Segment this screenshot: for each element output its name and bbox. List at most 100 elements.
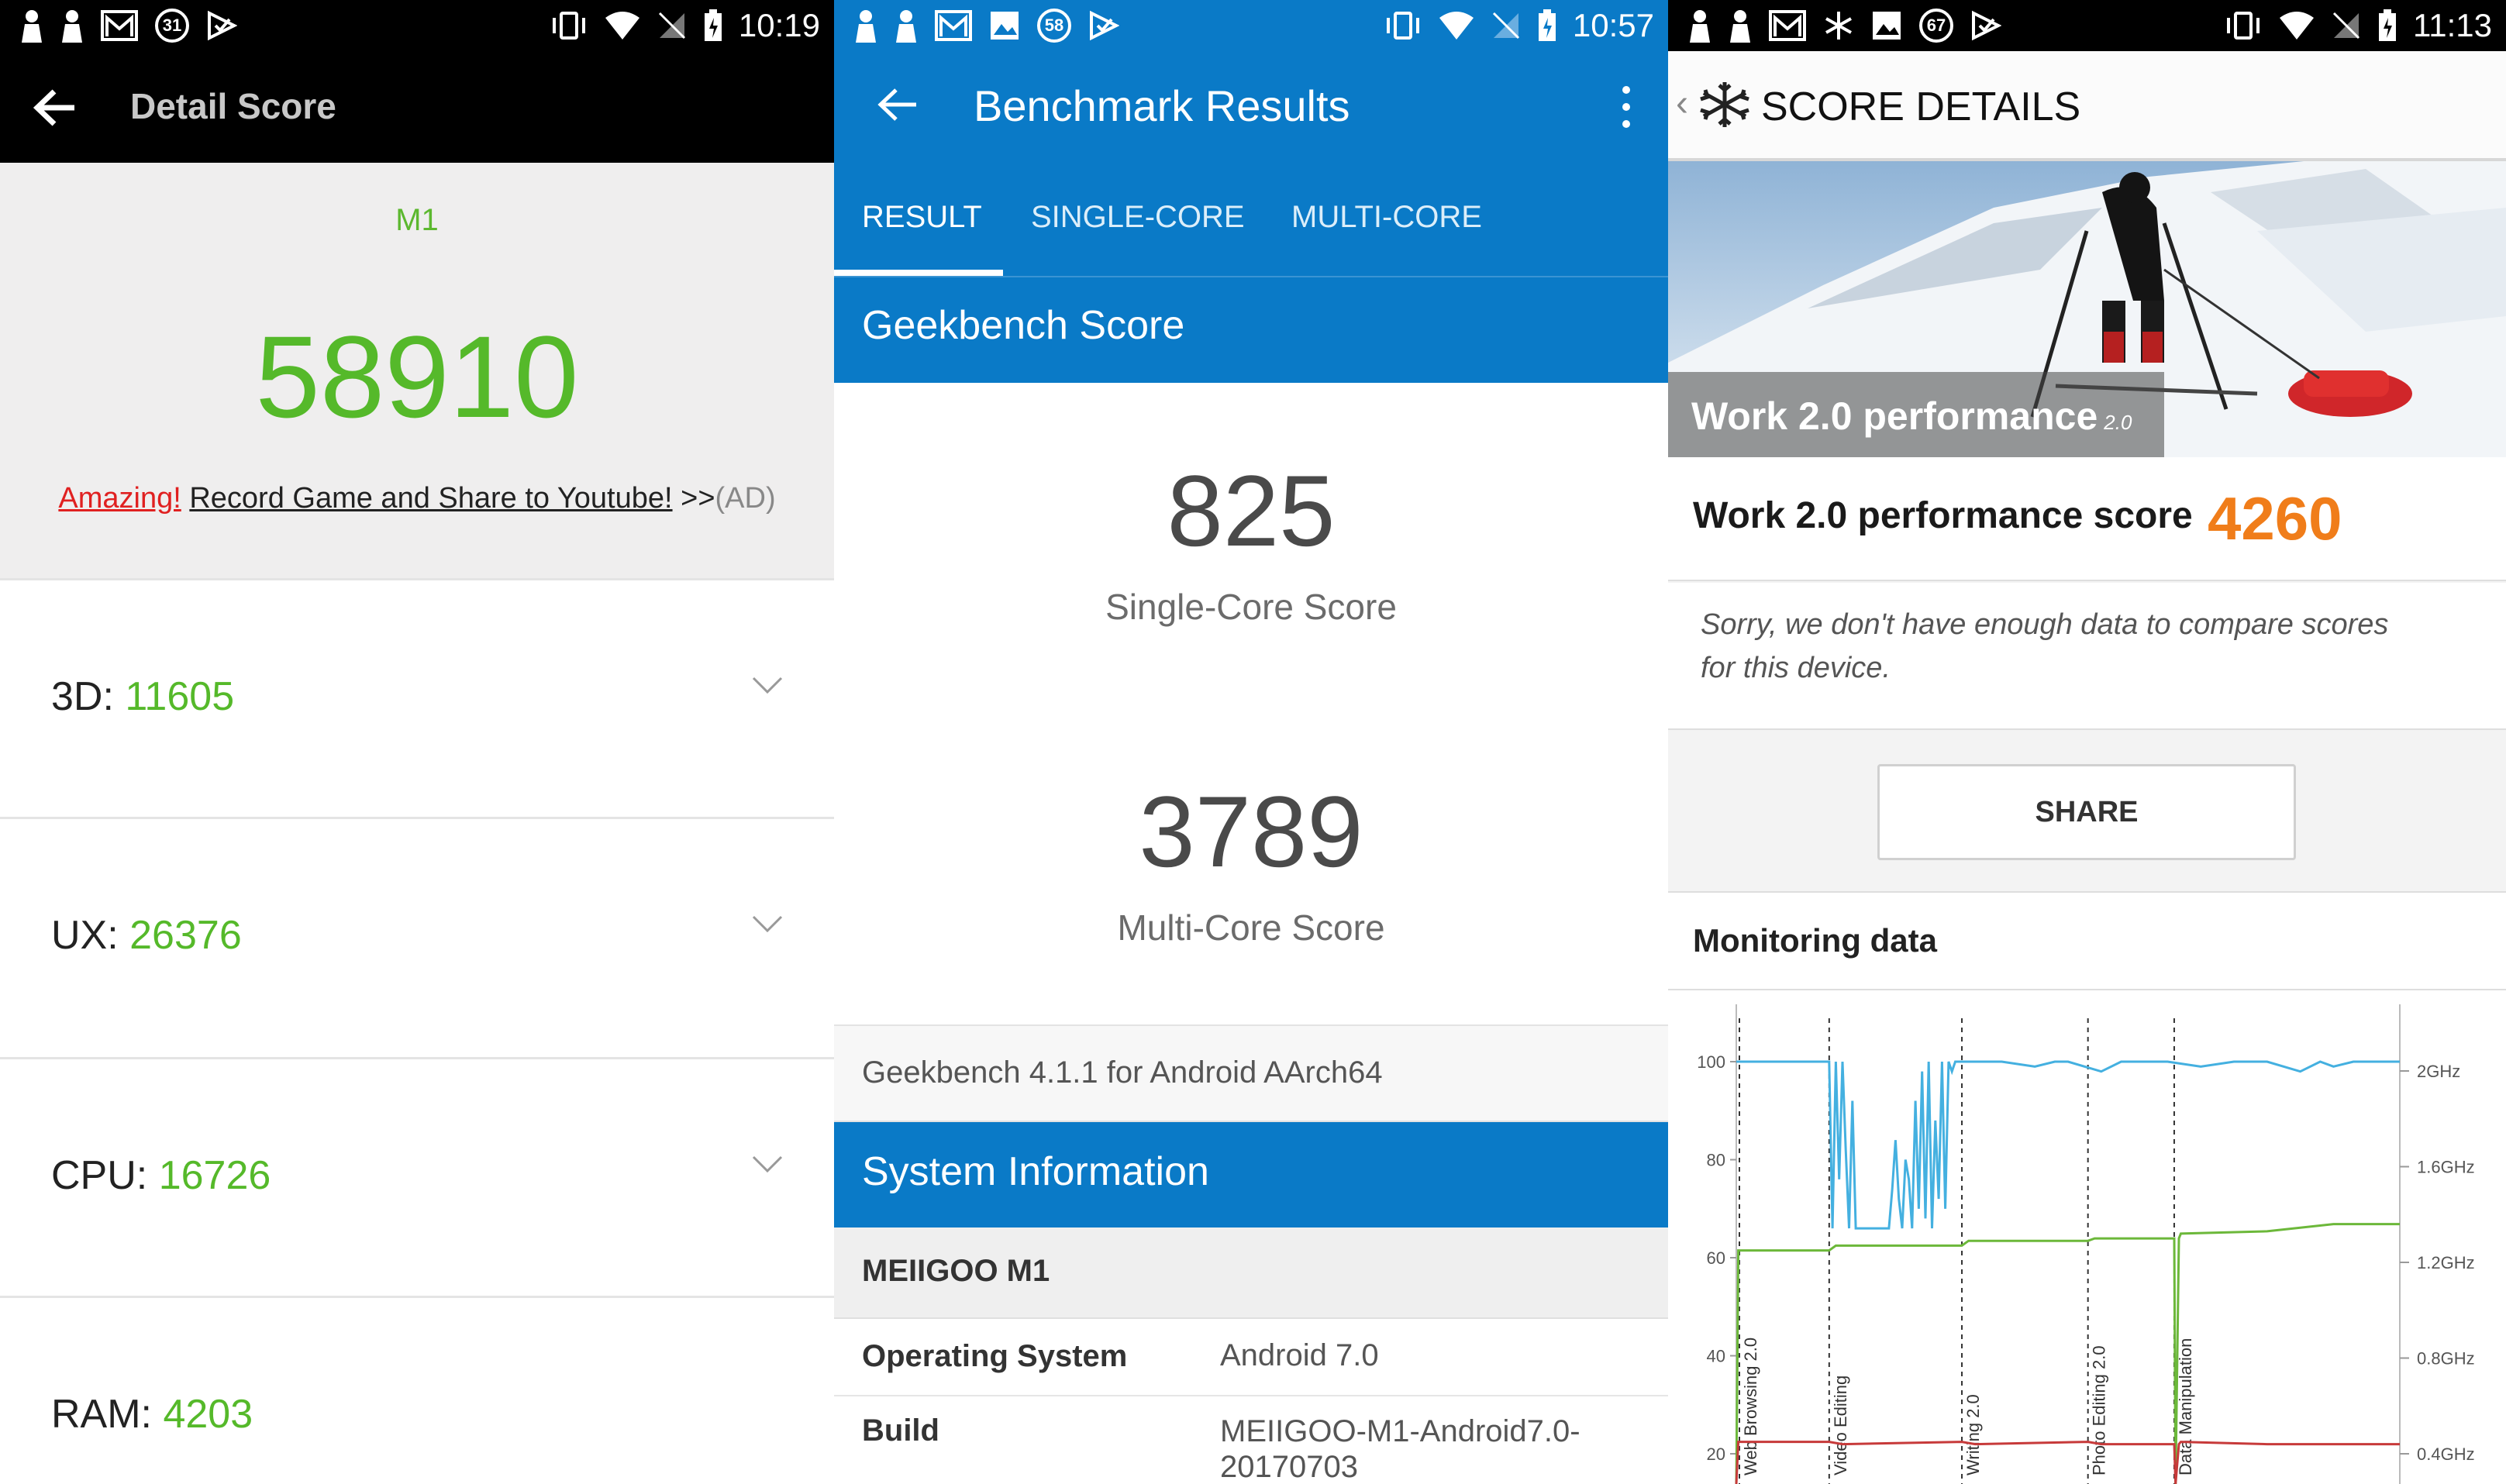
battery-charging-icon [2379, 9, 2396, 41]
ad-arrows: >> [681, 482, 715, 515]
app-bar: ‹ SCORE DETAILS [1668, 51, 2506, 161]
no-signal-icon [658, 12, 685, 40]
tab-multi-core[interactable]: MULTI-CORE [1291, 200, 1482, 235]
status-bar: 31 10:19 [0, 0, 834, 51]
segment-label: Web Browsing 2.0 [1741, 1338, 1760, 1475]
ad-highlight[interactable]: Amazing! [58, 482, 181, 515]
y-tick-left: 40 [1707, 1347, 1725, 1366]
score-card: Work 2.0 performance score 4260 [1668, 457, 2506, 581]
single-core-label: Single-Core Score [1105, 587, 1397, 627]
overflow-menu-icon[interactable] [1622, 85, 1631, 129]
play-check-icon [1972, 10, 2001, 41]
monitoring-chart-svg: 100 80 60 40 20 2GHz 1.6GHz 1.2GHz 0.8GHz 0.4GHz W… [1697, 1004, 2475, 1484]
row-value: 11605 [125, 674, 235, 719]
notification-icon [62, 10, 82, 43]
score-row-cpu[interactable]: CPU: 16726 [0, 1057, 834, 1296]
no-signal-icon [2332, 12, 2360, 40]
monitoring-title: Monitoring data [1693, 922, 1937, 959]
score-row-ux[interactable]: UX: 26376 [0, 817, 834, 1055]
page-title: Detail Score [130, 86, 336, 126]
y-tick-right: 2GHz [2417, 1062, 2460, 1081]
image-icon [1873, 12, 1901, 40]
version-text: Geekbench 4.1.1 for Android AArch64 [862, 1055, 1383, 1090]
mail-icon [1769, 10, 1806, 41]
score-value: 4260 [2208, 484, 2342, 553]
info-row: Operating System Android 7.0 [834, 1319, 1668, 1396]
chevron-down-icon[interactable] [752, 677, 783, 695]
y-tick-left: 60 [1707, 1248, 1725, 1268]
battery-charging-icon [1538, 9, 1556, 41]
row-value: 4203 [163, 1392, 253, 1437]
back-arrow-icon[interactable] [876, 87, 919, 122]
back-chevron-icon[interactable]: ‹ [1676, 82, 1688, 125]
y-tick-left: 80 [1707, 1151, 1725, 1170]
vibrate-icon [1386, 12, 1419, 40]
tab-indicator [834, 270, 1003, 276]
vibrate-icon [2227, 12, 2260, 40]
y-tick-right: 0.8GHz [2417, 1349, 2475, 1369]
chevron-down-icon[interactable] [752, 915, 783, 934]
info-key: Build [862, 1413, 939, 1448]
pcmark-logo-icon[interactable] [1698, 81, 1752, 129]
app-bar: 58 10:57 Benchmark Results RESULT SINGLE… [834, 0, 1668, 277]
geekbench-panel: 58 10:57 Benchmark Results RESULT SINGLE… [834, 0, 1668, 1484]
device-name-row: MEIIGOO M1 [834, 1227, 1668, 1319]
y-tick-right: 1.2GHz [2417, 1253, 2475, 1272]
row-value: 26376 [129, 913, 242, 958]
section-title: System Information [862, 1149, 1209, 1194]
calendar-badge-icon: 67 [1919, 9, 1953, 43]
battery-charging-icon [704, 9, 722, 41]
multi-core-label: Multi-Core Score [1117, 907, 1385, 948]
row-label: UX: [51, 913, 119, 958]
section-title: Geekbench Score [862, 303, 1185, 348]
device-model: M1 [395, 203, 439, 237]
notification-icon [896, 10, 916, 43]
note-line: Sorry, we don't have enough data to comp… [1701, 608, 2389, 641]
page-title: Benchmark Results [974, 81, 1350, 130]
score-row-3d[interactable]: 3D: 11605 [0, 578, 834, 817]
multi-core-score: 3789 [1139, 775, 1363, 888]
segment-label: Video Editing [1831, 1376, 1850, 1475]
hero-image: Work 2.0 performance 2.0 [1668, 161, 2506, 457]
note-line: for this device. [1701, 652, 1891, 684]
mail-icon [935, 10, 972, 41]
calendar-badge-icon: 58 [1037, 9, 1071, 43]
y-tick-left: 20 [1707, 1444, 1725, 1464]
row-value: 16726 [158, 1153, 271, 1198]
clock: 10:57 [1572, 7, 1654, 43]
snowflake-icon [1825, 12, 1852, 40]
single-core-score: 825 [1167, 454, 1336, 567]
tab-result[interactable]: RESULT [862, 200, 982, 235]
wifi-icon [605, 12, 639, 40]
tab-single-core[interactable]: SINGLE-CORE [1031, 200, 1245, 235]
app-bar: Detail Score [0, 51, 834, 163]
device-name: MEIIGOO M1 [862, 1254, 1050, 1288]
back-arrow-icon[interactable] [31, 88, 78, 127]
ad-tag: (AD) [715, 482, 776, 515]
chevron-down-icon[interactable] [752, 1155, 783, 1174]
play-check-icon [208, 10, 237, 41]
clock: 11:13 [2413, 7, 2492, 43]
segment-label: Photo Editing 2.0 [2090, 1345, 2109, 1475]
score-row-ram[interactable]: RAM: 4203 [0, 1296, 834, 1484]
info-row: Build MEIIGOO-M1-Android7.0- 20170703 [834, 1395, 1668, 1484]
info-key: Operating System [862, 1339, 1128, 1373]
ad-link[interactable]: Amazing! Record Game and Share to Youtub… [0, 482, 834, 515]
antutu-panel: 31 10:19 Detail Score M1 58910 Amazing! … [0, 0, 834, 1484]
mail-icon [101, 10, 138, 41]
no-signal-icon [1492, 12, 1519, 40]
comparison-note: Sorry, we don't have enough data to comp… [1668, 583, 2506, 730]
page-title: SCORE DETAILS [1761, 84, 2081, 129]
share-button[interactable]: SHARE [1877, 764, 2296, 860]
ad-text[interactable]: Record Game and Share to Youtube! [189, 482, 672, 515]
clock: 10:19 [738, 7, 820, 43]
notification-icon [22, 10, 42, 43]
status-bar: 58 10:57 [834, 0, 1668, 51]
y-tick-right: 1.6GHz [2417, 1158, 2475, 1177]
info-value-line: 20170703 [1220, 1450, 1358, 1484]
image-icon [991, 12, 1019, 40]
hero-label: Work 2.0 performance 2.0 [1668, 372, 2164, 457]
info-value: MEIIGOO-M1-Android7.0- 20170703 [1220, 1413, 1580, 1484]
row-label: CPU: [51, 1153, 148, 1198]
wifi-icon [2280, 12, 2314, 40]
